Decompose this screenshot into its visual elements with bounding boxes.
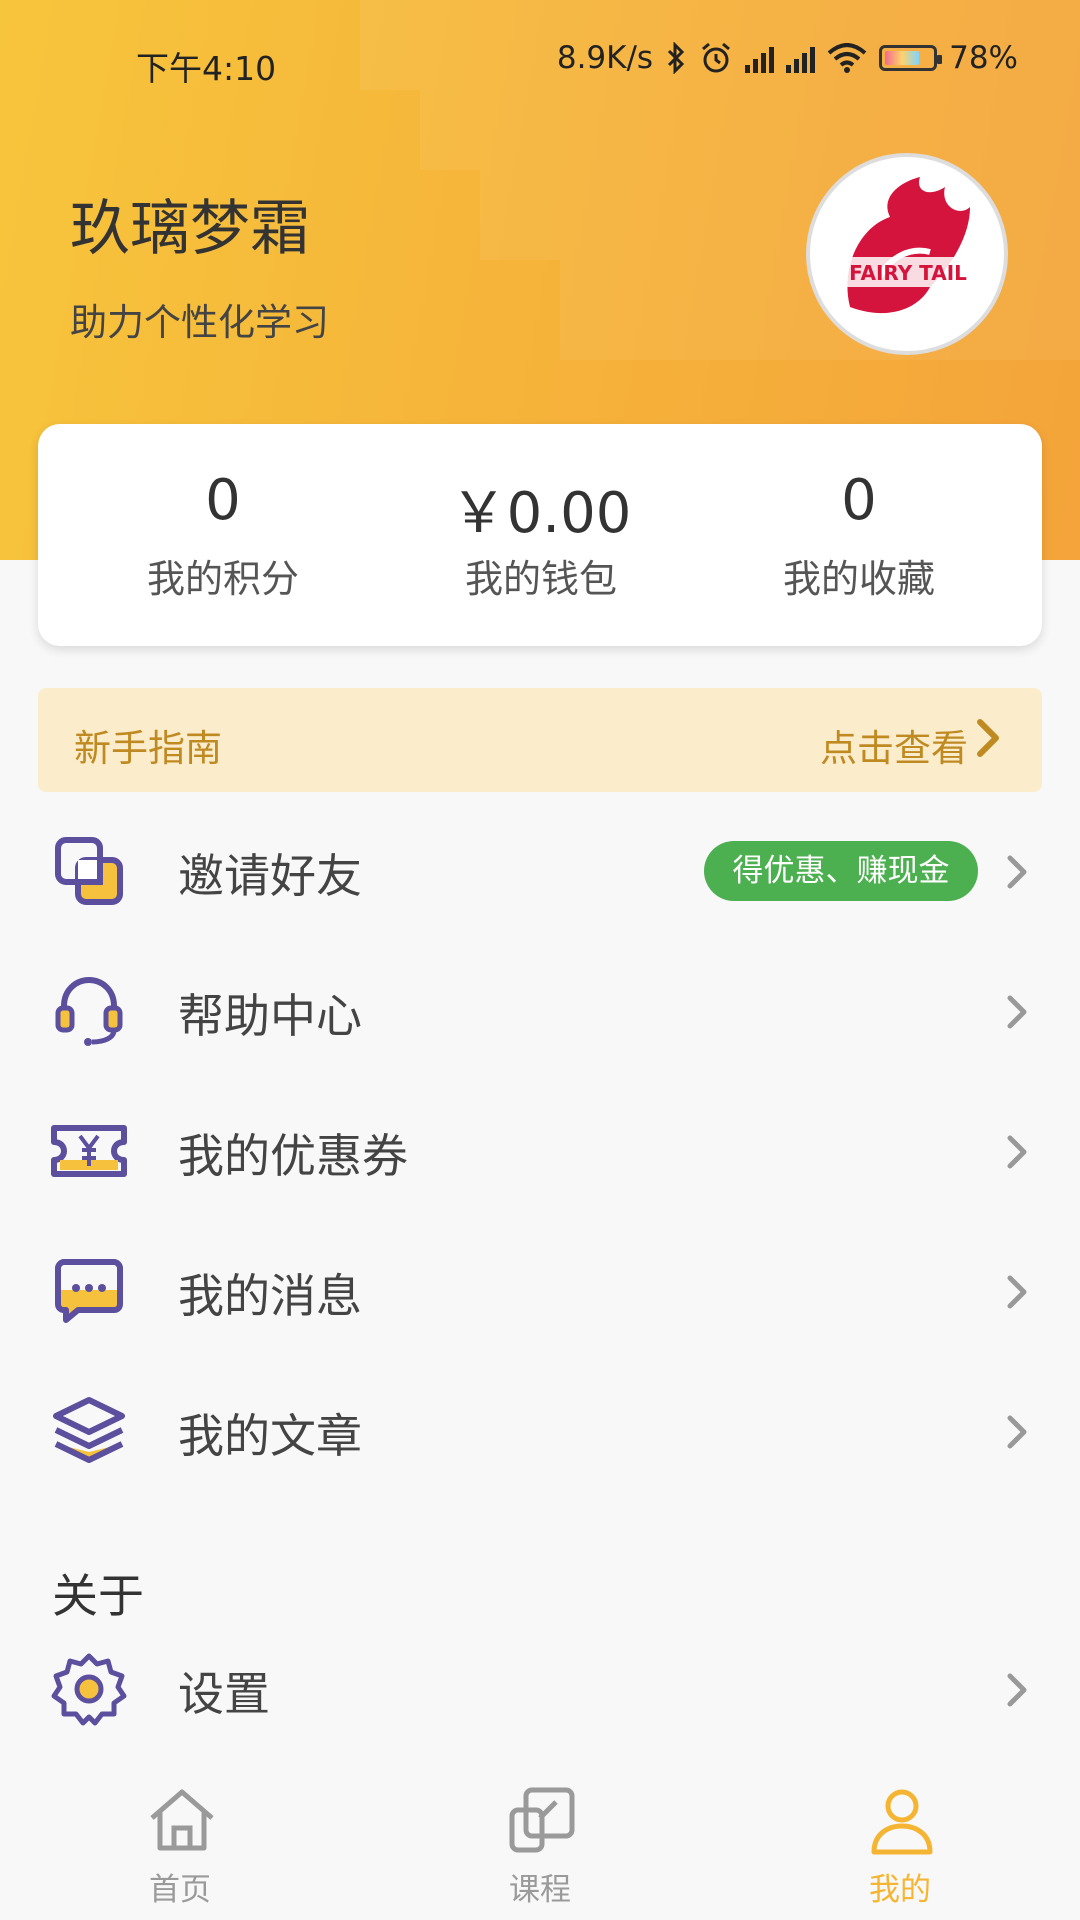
wallet-value: ￥0.00 [450, 481, 632, 546]
guide-title: 新手指南 [74, 727, 222, 770]
tab-profile-label: 我的 [869, 1872, 931, 1908]
hd-signal-icon [786, 43, 816, 73]
menu-label-coupons: 我的优惠券 [178, 1129, 408, 1183]
menu-label-settings: 设置 [178, 1667, 270, 1721]
menu-item-coupons[interactable]: 我的优惠券 [0, 1082, 1080, 1222]
headset-icon [55, 976, 123, 1046]
chevron-right-icon [1007, 1673, 1027, 1707]
favorites-label: 我的收藏 [782, 557, 935, 601]
gear-icon [51, 1653, 127, 1726]
battery-level: 78% [949, 40, 1018, 76]
about-section-title: 关于 [52, 1569, 144, 1623]
status-icons: 8.9K/s 78% [557, 40, 1018, 76]
message-icon [55, 1259, 123, 1323]
tab-course-label: 课程 [509, 1872, 571, 1908]
tab-home-label: 首页 [149, 1872, 211, 1908]
chevron-right-icon [1007, 995, 1027, 1029]
menu-item-articles[interactable]: 我的文章 [0, 1362, 1080, 1502]
svg-text:FAIRY TAIL: FAIRY TAIL [849, 261, 967, 285]
wallet-stat[interactable]: ￥0.00 我的钱包 [376, 424, 706, 646]
menu-item-settings[interactable]: 设置 [0, 1620, 1080, 1760]
home-icon [150, 1789, 214, 1851]
fairy-tail-avatar-icon: FAIRY TAIL [828, 177, 988, 314]
favorites-stat[interactable]: 0 我的收藏 [694, 424, 1024, 646]
battery-icon [879, 45, 943, 71]
wallet-label: 我的钱包 [464, 557, 617, 601]
menu-label-help: 帮助中心 [178, 989, 362, 1043]
menu-label-messages: 我的消息 [178, 1269, 362, 1323]
menu-item-help[interactable]: 帮助中心 [0, 942, 1080, 1082]
course-icon [509, 1787, 575, 1853]
user-subtitle: 助力个性化学习 [70, 301, 329, 344]
menu-item-invite[interactable]: 邀请好友 得优惠、赚现金 [0, 802, 1080, 942]
net-speed: 8.9K/s [556, 40, 654, 76]
chevron-right-icon [1007, 1415, 1027, 1449]
avatar[interactable]: FAIRY TAIL [806, 153, 1008, 355]
coupon-icon [51, 1125, 127, 1177]
alarm-icon [702, 42, 731, 73]
points-stat[interactable]: 0 我的积分 [58, 424, 388, 646]
chevron-right-icon [977, 719, 999, 757]
promo-badge: 得优惠、赚现金 [704, 841, 978, 901]
tab-home[interactable]: 首页 [0, 1764, 360, 1920]
signal-icon [745, 43, 775, 73]
stats-card: 0 我的积分 ￥0.00 我的钱包 0 我的收藏 [38, 424, 1042, 646]
beginner-guide-banner[interactable]: 新手指南 点击查看 [38, 688, 1042, 792]
guide-link[interactable]: 点击查看 [820, 718, 968, 772]
favorites-value: 0 [841, 468, 877, 533]
invite-icon [55, 837, 123, 905]
points-value: 0 [205, 468, 241, 533]
menu-label-invite: 邀请好友 [178, 849, 362, 903]
wifi-icon [827, 43, 867, 73]
bottom-tab-bar: 首页 课程 我的 [0, 1764, 1080, 1920]
chevron-right-icon [1007, 1275, 1027, 1309]
layers-icon [53, 1397, 125, 1463]
status-bar: 下午4:10 8.9K/s 78% [0, 0, 1080, 124]
profile-icon [871, 1789, 933, 1855]
status-time: 下午4:10 [136, 49, 277, 88]
bluetooth-icon [668, 42, 685, 74]
menu-item-messages[interactable]: 我的消息 [0, 1222, 1080, 1362]
points-label: 我的积分 [146, 557, 299, 601]
tab-profile[interactable]: 我的 [720, 1764, 1080, 1920]
chevron-right-icon [1007, 1135, 1027, 1169]
tab-course[interactable]: 课程 [360, 1764, 720, 1920]
chevron-right-icon [1007, 855, 1027, 889]
user-name: 玖璃梦霜 [70, 194, 310, 264]
menu-label-articles: 我的文章 [178, 1409, 362, 1463]
